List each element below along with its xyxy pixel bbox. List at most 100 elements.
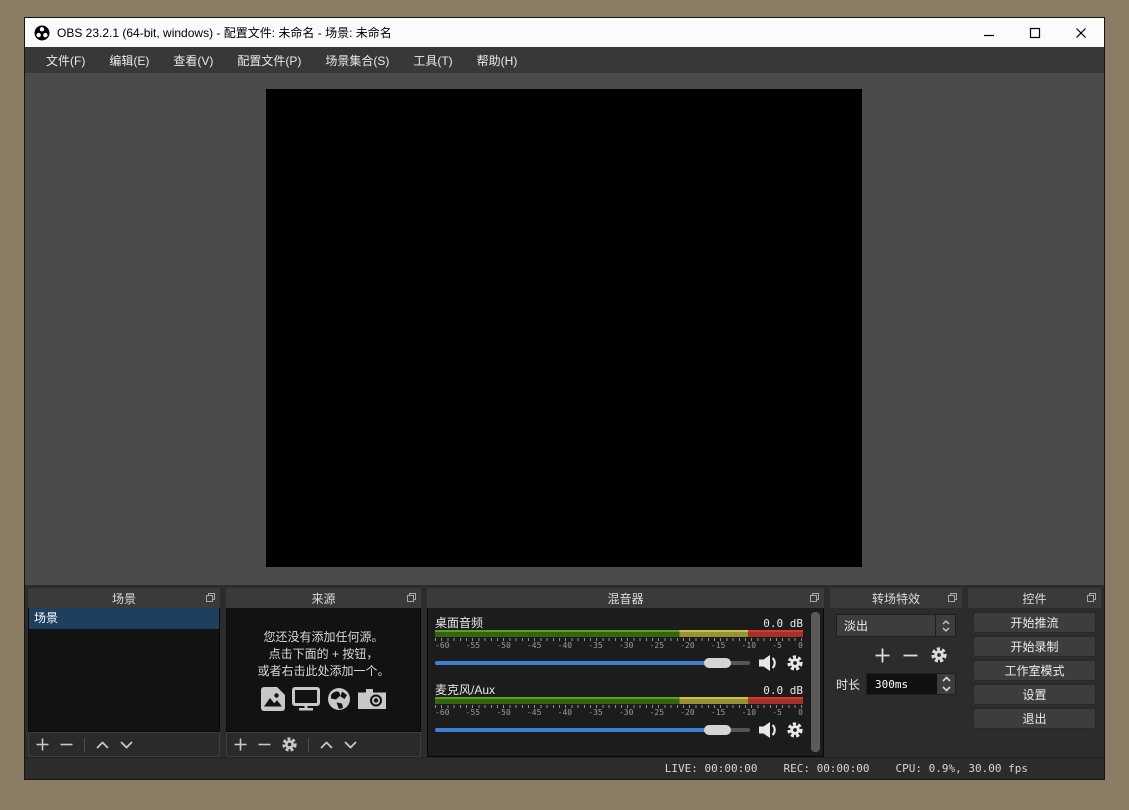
duration-decrease-button[interactable] [937, 684, 955, 694]
duration-value: 300ms [867, 678, 908, 691]
mute-button[interactable] [759, 655, 778, 671]
meter-tick-label: -10 [742, 641, 756, 651]
volume-slider[interactable] [435, 725, 750, 735]
source-move-up-button[interactable] [320, 741, 333, 749]
controls-panel: 控件 开始推流 开始录制 工作室模式 设置 退出 [968, 588, 1101, 757]
meter-tick-label: -40 [558, 641, 572, 651]
channel-settings-button[interactable] [787, 722, 803, 738]
channel-name: 麦克风/Aux [435, 681, 495, 698]
meter-tick-label: -40 [558, 708, 572, 718]
meter-tick-label: -15 [711, 641, 725, 651]
transition-selected-value: 淡出 [844, 617, 868, 634]
start-recording-button[interactable]: 开始录制 [973, 636, 1096, 657]
popout-icon[interactable] [810, 593, 819, 602]
menu-help[interactable]: 帮助(H) [465, 47, 530, 73]
volume-slider[interactable] [435, 658, 750, 668]
menu-tools[interactable]: 工具(T) [401, 47, 464, 73]
scenes-panel-title: 场景 [112, 590, 136, 607]
menu-edit[interactable]: 编辑(E) [97, 47, 161, 73]
mixer-panel-header[interactable]: 混音器 [427, 588, 824, 608]
meter-tick-label: -25 [650, 708, 664, 718]
sources-empty-text-line: 点击下面的 + 按钮， [269, 646, 379, 663]
transitions-panel-header[interactable]: 转场特效 [830, 588, 962, 608]
meter-tick-label: -50 [496, 708, 510, 718]
volume-slider-handle[interactable] [704, 725, 731, 735]
sources-toolbar [226, 732, 421, 757]
add-transition-button[interactable] [875, 648, 890, 663]
transition-properties-button[interactable] [931, 647, 947, 663]
gear-icon [787, 655, 803, 671]
scene-move-down-button[interactable] [120, 741, 133, 749]
menu-scene-collection[interactable]: 场景集合(S) [313, 47, 401, 73]
duration-increase-button[interactable] [937, 674, 955, 684]
meter-tick-label: -60 [435, 641, 449, 651]
window-controls [966, 18, 1104, 47]
add-icon [234, 738, 247, 751]
obs-window: OBS 23.2.1 (64-bit, windows) - 配置文件: 未命名… [24, 17, 1105, 780]
remove-icon [903, 648, 918, 663]
add-scene-button[interactable] [36, 738, 49, 751]
menu-view[interactable]: 查看(V) [161, 47, 225, 73]
gear-icon [931, 647, 947, 663]
titlebar[interactable]: OBS 23.2.1 (64-bit, windows) - 配置文件: 未命名… [25, 18, 1104, 47]
maximize-button[interactable] [1012, 18, 1058, 47]
combo-spinner[interactable] [935, 615, 955, 636]
controls-panel-header[interactable]: 控件 [968, 588, 1101, 608]
meter-tick-label: -35 [588, 641, 602, 651]
meter-tick-label: -45 [527, 708, 541, 718]
scenes-panel: 场景 场景 [28, 588, 220, 757]
scene-item[interactable]: 场景 [29, 608, 219, 629]
volume-slider-handle[interactable] [704, 658, 731, 668]
preview-area[interactable] [25, 73, 1104, 585]
scenes-panel-header[interactable]: 场景 [28, 588, 220, 608]
mixer-channel-mic-aux: 麦克风/Aux 0.0 dB -60 -55 -50 -45 -40 -35 [435, 681, 803, 740]
meter-tick-label: -35 [588, 708, 602, 718]
transition-select[interactable]: 淡出 [836, 614, 956, 637]
minimize-button[interactable] [966, 18, 1012, 47]
channel-db-value: 0.0 dB [763, 684, 803, 697]
mute-button[interactable] [759, 722, 778, 738]
menubar: 文件(F) 编辑(E) 查看(V) 配置文件(P) 场景集合(S) 工具(T) … [25, 47, 1104, 73]
channel-settings-button[interactable] [787, 655, 803, 671]
exit-button[interactable]: 退出 [973, 708, 1096, 729]
speaker-icon [759, 655, 778, 671]
dock-area: 场景 场景 [25, 585, 1104, 757]
close-button[interactable] [1058, 18, 1104, 47]
source-properties-button[interactable] [282, 737, 297, 752]
settings-button[interactable]: 设置 [973, 684, 1096, 705]
meter-tick-label: -55 [466, 641, 480, 651]
mixer-panel-title: 混音器 [607, 590, 643, 607]
duration-input[interactable]: 300ms [866, 673, 956, 695]
sources-panel-header[interactable]: 来源 [226, 588, 421, 608]
remove-scene-button[interactable] [60, 738, 73, 751]
sources-empty-text-line: 或者右击此处添加一个。 [257, 663, 389, 680]
live-time: LIVE: 00:00:00 [665, 762, 758, 775]
source-type-icons [261, 687, 386, 711]
popout-icon[interactable] [407, 593, 416, 602]
preview-canvas[interactable] [266, 89, 862, 567]
add-source-button[interactable] [234, 738, 247, 751]
scene-move-up-button[interactable] [96, 741, 109, 749]
meter-tick-label: -20 [680, 708, 694, 718]
popout-icon[interactable] [948, 593, 957, 602]
popout-icon[interactable] [1087, 593, 1096, 602]
globe-icon [327, 687, 351, 711]
camera-icon [358, 688, 386, 710]
controls-body: 开始推流 开始录制 工作室模式 设置 退出 [968, 608, 1101, 757]
add-icon [875, 648, 890, 663]
remove-transition-button[interactable] [903, 648, 918, 663]
source-move-down-button[interactable] [344, 741, 357, 749]
start-streaming-button[interactable]: 开始推流 [973, 612, 1096, 633]
meter-tick-label: -60 [435, 708, 449, 718]
menu-file[interactable]: 文件(F) [34, 47, 97, 73]
source-list-empty[interactable]: 您还没有添加任何源。 点击下面的 + 按钮， 或者右击此处添加一个。 [226, 608, 421, 732]
cpu-usage: CPU: 0.9%, 30.00 fps [896, 762, 1028, 775]
scene-list[interactable]: 场景 [28, 608, 220, 732]
meter-tick-label: -25 [650, 641, 664, 651]
sources-panel: 来源 您还没有添加任何源。 点击下面的 + 按钮， 或者右击此处添加一个。 [226, 588, 421, 757]
popout-icon[interactable] [206, 593, 215, 602]
mixer-scrollbar[interactable] [811, 612, 820, 752]
menu-profile[interactable]: 配置文件(P) [225, 47, 313, 73]
remove-source-button[interactable] [258, 738, 271, 751]
studio-mode-button[interactable]: 工作室模式 [973, 660, 1096, 681]
